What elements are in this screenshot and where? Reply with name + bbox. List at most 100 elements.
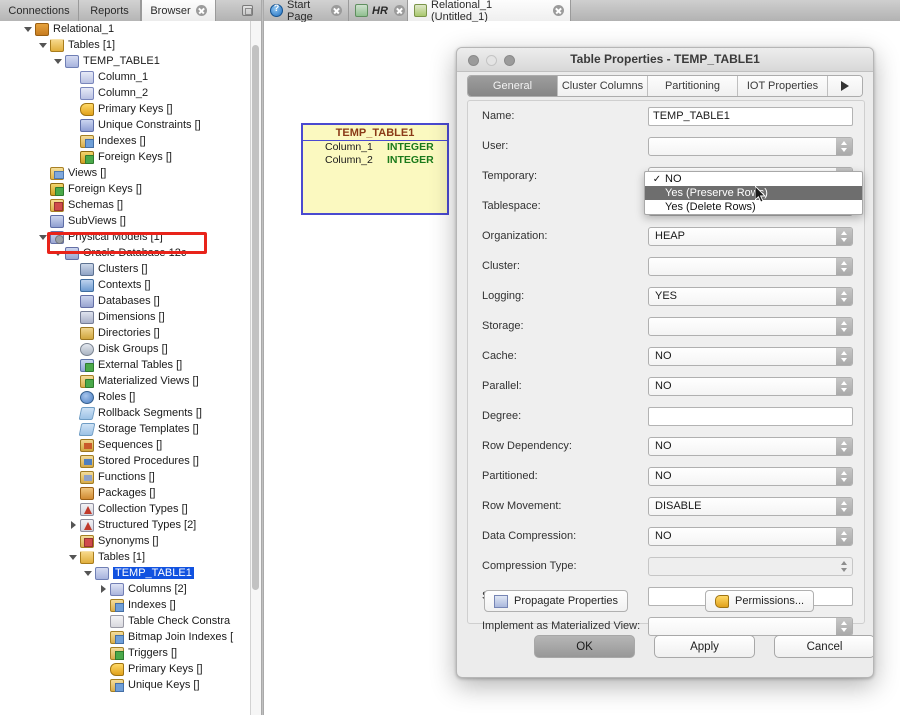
tab-cluster-columns[interactable]: Cluster Columns	[558, 76, 648, 96]
tree-item-table-check-constra[interactable]: Table Check Constra	[0, 613, 250, 629]
tree-item-unique-keys[interactable]: Unique Keys []	[0, 677, 250, 693]
tree-item-relational-1[interactable]: Relational_1	[0, 21, 250, 37]
stepper-arrows-icon[interactable]	[836, 138, 852, 155]
twisty-down-icon[interactable]	[23, 24, 33, 34]
stepper-arrows-icon[interactable]	[836, 258, 852, 275]
browser-tree[interactable]: Relational_1Tables [1]TEMP_TABLE1Column_…	[0, 21, 250, 715]
combobox-row-dependency[interactable]: NO	[648, 437, 853, 456]
tree-item-indexes[interactable]: Indexes []	[0, 597, 250, 613]
tree-item-collection-types[interactable]: Collection Types []	[0, 501, 250, 517]
stepper-arrows-icon[interactable]	[836, 468, 852, 485]
tree-item-primary-keys[interactable]: Primary Keys []	[0, 661, 250, 677]
tree-item-synonyms[interactable]: Synonyms []	[0, 533, 250, 549]
dropdown-option-yes-delete-rows[interactable]: Yes (Delete Rows)	[645, 200, 862, 214]
temporary-dropdown-menu[interactable]: ✓NOYes (Preserve Rows)Yes (Delete Rows)	[644, 171, 863, 215]
tab-hr[interactable]: HR	[349, 0, 408, 21]
tree-item-oracle-database-12c[interactable]: Oracle Database 12c	[0, 245, 250, 261]
combobox-cluster[interactable]	[648, 257, 853, 276]
combobox-cache[interactable]: NO	[648, 347, 853, 366]
chevron-right-icon[interactable]	[828, 76, 862, 96]
propagate-properties-button[interactable]: Propagate Properties	[484, 590, 628, 612]
tree-item-external-tables[interactable]: External Tables []	[0, 357, 250, 373]
tab-general[interactable]: General	[468, 76, 558, 96]
tree-item-contexts[interactable]: Contexts []	[0, 277, 250, 293]
twisty-down-icon[interactable]	[38, 232, 48, 242]
tree-item-directories[interactable]: Directories []	[0, 325, 250, 341]
tree-item-functions[interactable]: Functions []	[0, 469, 250, 485]
combobox-logging[interactable]: YES	[648, 287, 853, 306]
apply-button[interactable]: Apply	[654, 635, 755, 658]
tree-item-triggers[interactable]: Triggers []	[0, 645, 250, 661]
tree-item-columns-2[interactable]: Columns [2]	[0, 581, 250, 597]
table-shape-temp-table1[interactable]: TEMP_TABLE1 Column_1 INTEGER Column_2 IN…	[301, 123, 449, 215]
combobox-partitioned[interactable]: NO	[648, 467, 853, 486]
close-icon[interactable]	[331, 5, 342, 16]
stepper-arrows-icon[interactable]	[836, 378, 852, 395]
tree-item-unique-constraints[interactable]: Unique Constraints []	[0, 117, 250, 133]
dialog-titlebar[interactable]: Table Properties - TEMP_TABLE1	[457, 48, 873, 72]
tree-item-foreign-keys[interactable]: Foreign Keys []	[0, 181, 250, 197]
twisty-down-icon[interactable]	[38, 40, 48, 50]
tree-item-primary-keys[interactable]: Primary Keys []	[0, 101, 250, 117]
tree-item-subviews[interactable]: SubViews []	[0, 213, 250, 229]
text-input-degree[interactable]	[648, 407, 853, 426]
combobox-compression-type[interactable]	[648, 557, 853, 576]
dropdown-option-yes-preserve-rows[interactable]: Yes (Preserve Rows)	[645, 186, 862, 200]
tree-item-foreign-keys[interactable]: Foreign Keys []	[0, 149, 250, 165]
twisty-right-icon[interactable]	[98, 584, 108, 594]
twisty-down-icon[interactable]	[68, 552, 78, 562]
tree-item-databases[interactable]: Databases []	[0, 293, 250, 309]
stepper-arrows-icon[interactable]	[836, 228, 852, 245]
tree-item-column-1[interactable]: Column_1	[0, 69, 250, 85]
stepper-arrows-icon[interactable]	[836, 528, 852, 545]
tree-item-tables-1[interactable]: Tables [1]	[0, 549, 250, 565]
tree-item-roles[interactable]: Roles []	[0, 389, 250, 405]
minimize-icon[interactable]	[242, 5, 253, 16]
stepper-arrows-icon[interactable]	[836, 498, 852, 515]
close-icon[interactable]	[553, 5, 564, 16]
tab-reports[interactable]: Reports	[79, 0, 141, 21]
tree-item-bitmap-join-indexes[interactable]: Bitmap Join Indexes [	[0, 629, 250, 645]
tree-item-storage-templates[interactable]: Storage Templates []	[0, 421, 250, 437]
combobox-data-compression[interactable]: NO	[648, 527, 853, 546]
tab-partitioning[interactable]: Partitioning	[648, 76, 738, 96]
stepper-arrows-icon[interactable]	[836, 318, 852, 335]
tree-item-dimensions[interactable]: Dimensions []	[0, 309, 250, 325]
tree-item-tables-1[interactable]: Tables [1]	[0, 37, 250, 53]
stepper-arrows-icon[interactable]	[836, 348, 852, 365]
tree-item-rollback-segments[interactable]: Rollback Segments []	[0, 405, 250, 421]
twisty-down-icon[interactable]	[83, 568, 93, 578]
tree-item-structured-types-2[interactable]: Structured Types [2]	[0, 517, 250, 533]
tree-item-indexes[interactable]: Indexes []	[0, 133, 250, 149]
combobox-storage[interactable]	[648, 317, 853, 336]
left-scrollbar-thumb[interactable]	[252, 45, 259, 590]
combobox-row-movement[interactable]: DISABLE	[648, 497, 853, 516]
stepper-arrows-icon[interactable]	[836, 558, 852, 575]
twisty-down-icon[interactable]	[53, 248, 63, 258]
tree-item-schemas[interactable]: Schemas []	[0, 197, 250, 213]
tab-iot-properties[interactable]: IOT Properties	[738, 76, 828, 96]
ok-button[interactable]: OK	[534, 635, 635, 658]
tree-item-temp-table1[interactable]: TEMP_TABLE1	[0, 565, 250, 581]
tree-item-materialized-views[interactable]: Materialized Views []	[0, 373, 250, 389]
twisty-down-icon[interactable]	[53, 56, 63, 66]
tree-item-views[interactable]: Views []	[0, 165, 250, 181]
close-icon[interactable]	[196, 5, 207, 16]
tree-item-temp-table1[interactable]: TEMP_TABLE1	[0, 53, 250, 69]
tab-connections[interactable]: Connections	[0, 0, 79, 21]
tab-browser[interactable]: Browser	[141, 0, 216, 21]
tree-item-disk-groups[interactable]: Disk Groups []	[0, 341, 250, 357]
stepper-arrows-icon[interactable]	[836, 288, 852, 305]
permissions-button[interactable]: Permissions...	[705, 590, 814, 612]
twisty-right-icon[interactable]	[68, 520, 78, 530]
combobox-parallel[interactable]: NO	[648, 377, 853, 396]
combobox-user[interactable]	[648, 137, 853, 156]
close-icon[interactable]	[394, 5, 405, 16]
combobox-organization[interactable]: HEAP	[648, 227, 853, 246]
tab-start-page[interactable]: Start Page	[264, 0, 349, 21]
tree-item-physical-models-1[interactable]: Physical Models [1]	[0, 229, 250, 245]
stepper-arrows-icon[interactable]	[836, 438, 852, 455]
text-input-name[interactable]: TEMP_TABLE1	[648, 107, 853, 126]
tab-relational-model[interactable]: Relational_1 (Untitled_1)	[408, 0, 571, 21]
tree-item-clusters[interactable]: Clusters []	[0, 261, 250, 277]
